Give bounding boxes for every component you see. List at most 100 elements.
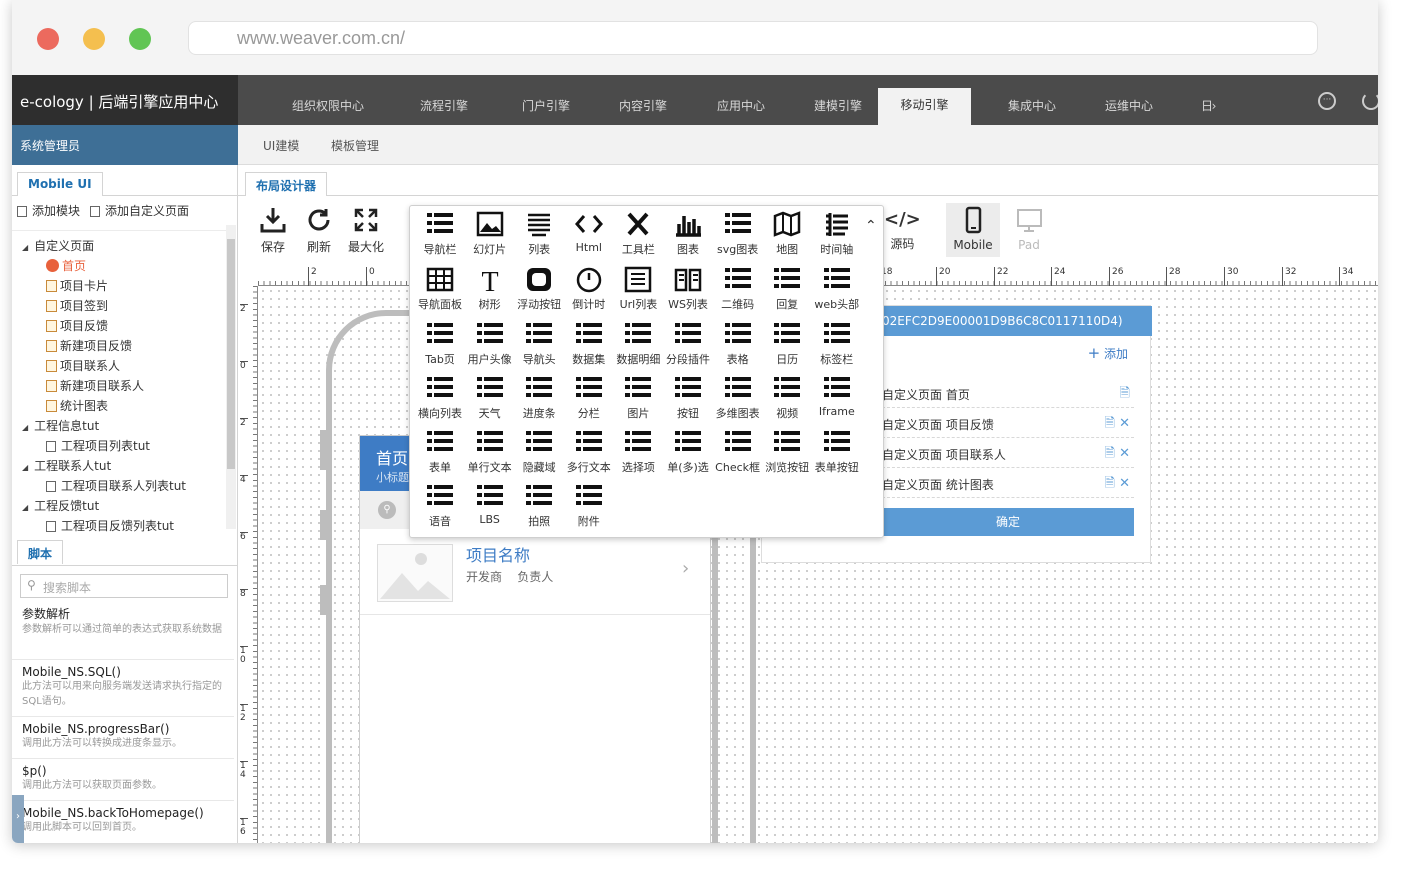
tree-scrollbar[interactable] [226,225,236,529]
tab-mobile-ui[interactable]: Mobile UI [17,172,103,196]
row-actions[interactable]: 🗎 ✕ [1105,444,1130,466]
script-item[interactable]: Mobile_NS.progressBar() 调用此方法可以转换成进度条显示。 [22,722,222,751]
script-item[interactable]: $p() 调用此方法可以获取页面参数。 [22,764,222,793]
power-icon[interactable] [1362,92,1378,110]
tree-item[interactable]: 工程项目列表tut [46,437,150,454]
script-item[interactable]: Mobile_NS.backToHomepage() 调用此脚本可以回到首页。 [22,806,222,835]
component-item[interactable]: 列表 [514,210,564,257]
component-item[interactable]: 二维码 [713,265,763,312]
collapse-handle[interactable]: › [12,795,24,843]
component-item[interactable]: 导航头 [514,320,564,367]
component-item[interactable]: 幻灯片 [465,210,515,257]
file-icon[interactable]: 🗎 [1120,386,1130,401]
tab-script[interactable]: 脚本 [17,540,64,564]
collapse-up-icon[interactable]: ⌃ [865,218,877,234]
tree-item[interactable]: 工程项目反馈列表tut [46,517,174,532]
component-item[interactable]: 数据集 [564,320,614,367]
tree-item[interactable]: ◢ 工程反馈tut [22,497,99,514]
tree-item[interactable]: 项目签到 [46,297,108,314]
link-row[interactable]: 自定义页面 项目反馈 🗎 ✕ [882,408,1134,438]
script-item[interactable]: 参数解析 参数解析可以通过简单的表达式获取系统数据 [22,605,222,637]
maximize-window-icon[interactable] [129,28,151,50]
component-item[interactable]: 单(多)选 [663,428,713,475]
component-item[interactable]: Tab页 [415,320,465,367]
component-item[interactable]: 标签栏 [812,320,862,367]
component-item[interactable]: Check框 [713,428,763,475]
component-item[interactable]: 分段插件 [663,320,713,367]
component-item[interactable]: 导航栏 [415,210,465,257]
pad-view-button[interactable]: Pad [1014,205,1044,252]
file-icon[interactable]: 🗎 [1105,446,1115,461]
nav-tab[interactable]: 运维中心 [1079,75,1179,125]
link-row[interactable]: 自定义页面 统计图表 🗎 ✕ [882,468,1134,498]
component-item[interactable]: 浮动按钮 [514,265,564,312]
tree-item[interactable]: 项目卡片 [46,277,108,294]
tab-layout-designer[interactable]: 布局设计器 [245,172,328,196]
component-item[interactable]: 浏览按钮 [762,428,812,475]
tree-item[interactable]: ◢ 自定义页面 [22,237,94,254]
component-item[interactable]: 工具栏 [613,210,663,257]
nav-tab[interactable]: 应用中心 [691,75,791,125]
more-icon[interactable]: ··· [1318,92,1336,110]
component-item[interactable]: 选择项 [613,428,663,475]
component-item[interactable]: 回复 [762,265,812,312]
component-item[interactable]: 时间轴 [812,210,862,257]
component-item[interactable]: 附件 [564,482,614,529]
component-item[interactable]: 图表 [663,210,713,257]
script-search-input[interactable]: ⚲ 搜索脚本 [20,574,228,598]
user-menu[interactable]: 系统管理员 [12,125,238,165]
tree-item[interactable]: 项目反馈 [46,317,108,334]
maximize-button[interactable]: 最大化 [348,205,384,255]
component-item[interactable]: 表格 [713,320,763,367]
component-item[interactable]: 图片 [613,374,663,421]
component-item[interactable]: 用户头像 [465,320,515,367]
tree-item[interactable]: 工程项目联系人列表tut [46,477,186,494]
component-item[interactable]: 表单按钮 [812,428,862,475]
component-item[interactable]: 多行文本 [564,428,614,475]
component-item[interactable]: svg图表 [713,210,763,257]
nav-tab[interactable]: 建模引擎 [788,75,888,125]
nav-tab[interactable]: 集成中心 [982,75,1082,125]
component-item[interactable]: 单行文本 [465,428,515,475]
nav-tab[interactable]: 门户引擎 [496,75,596,125]
confirm-button[interactable]: 确定 [882,508,1134,536]
add-link-button[interactable]: + 添加 [1088,344,1128,362]
nav-more-chevron-icon[interactable]: › [1204,75,1224,125]
nav-tab[interactable]: 流程引擎 [394,75,494,125]
add-custom-page-button[interactable]: 添加自定义页面 [90,202,189,219]
minimize-window-icon[interactable] [83,28,105,50]
tree-item[interactable]: 新建项目反馈 [46,337,132,354]
tree-item[interactable]: ◢ 工程联系人tut [22,457,111,474]
component-item[interactable]: 倒计时 [564,265,614,312]
nav-tab[interactable]: 内容引擎 [593,75,693,125]
component-item[interactable]: 拍照 [514,482,564,529]
component-item[interactable]: 日历 [762,320,812,367]
address-bar[interactable]: www.weaver.com.cn/ [188,21,1318,55]
tree-item[interactable]: 首页 [46,257,86,274]
close-window-icon[interactable] [37,28,59,50]
component-item[interactable]: 导航面板 [415,265,465,312]
row-actions[interactable]: 🗎 ✕ [1105,474,1130,496]
tree-item[interactable]: 统计图表 [46,397,108,414]
component-item[interactable]: 按钮 [663,374,713,421]
component-item[interactable]: 视频 [762,374,812,421]
component-item[interactable]: T 树形 [465,265,515,312]
component-item[interactable]: 分栏 [564,374,614,421]
nav-tab[interactable]: 组织权限中心 [254,75,402,125]
component-item[interactable]: 地图 [762,210,812,257]
tab-ui-modeling[interactable]: UI建模 [263,137,299,154]
save-button[interactable]: 保存 [258,205,288,255]
component-item[interactable]: Iframe [812,374,862,418]
component-item[interactable]: 隐藏域 [514,428,564,475]
row-actions[interactable]: 🗎 ✕ [1105,414,1130,436]
file-icon[interactable]: 🗎 [1105,476,1115,491]
component-item[interactable]: 横向列表 [415,374,465,421]
refresh-button[interactable]: 刷新 [304,205,334,255]
delete-icon[interactable]: ✕ [1115,476,1130,491]
link-row[interactable]: 自定义页面 项目联系人 🗎 ✕ [882,438,1134,468]
component-item[interactable]: 天气 [465,374,515,421]
delete-icon[interactable]: ✕ [1115,446,1130,461]
tab-template-management[interactable]: 模板管理 [331,137,379,154]
row-actions[interactable]: 🗎 [1120,384,1130,406]
delete-icon[interactable]: ✕ [1115,416,1130,431]
